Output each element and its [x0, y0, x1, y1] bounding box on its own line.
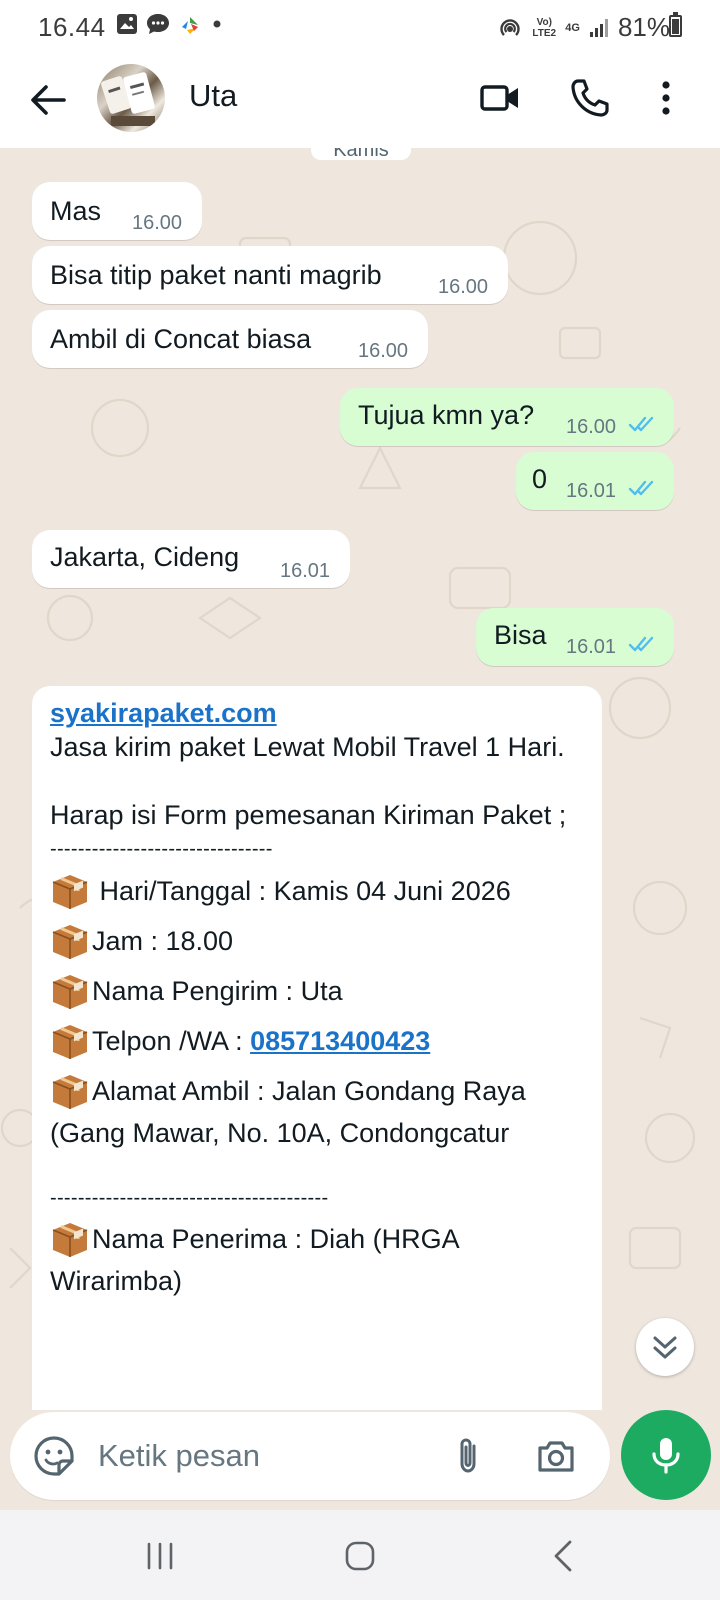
- message-time: 16.00: [132, 212, 183, 234]
- form-message-body: syakirapaket.com Jasa kirim paket Lewat …: [50, 696, 590, 1302]
- form-field-phone-label: Telpon /WA :: [92, 1026, 251, 1056]
- package-icon: [52, 1025, 88, 1059]
- avatar[interactable]: [97, 64, 165, 132]
- sticker-emoji-icon[interactable]: [32, 1434, 76, 1478]
- form-field-address: Alamat Ambil : Jalan Gondang Raya (Gang …: [50, 1066, 590, 1154]
- form-field-receiver: Nama Penerima : Diah (HRGA Wirarimba): [50, 1218, 590, 1302]
- message-time: 16.00: [566, 416, 617, 438]
- read-receipt-icon: [628, 636, 654, 652]
- network-label: Vo) LTE2: [532, 16, 557, 39]
- message-text: Jakarta, Cideng: [50, 542, 240, 572]
- message-text: 0: [532, 464, 548, 494]
- voice-call-icon[interactable]: [566, 74, 614, 122]
- home-icon[interactable]: [340, 1536, 380, 1576]
- chat-area[interactable]: Kamis Mas 16.00 Bisa titip paket nanti m…: [0, 148, 720, 1410]
- chat-header: Uta: [0, 52, 720, 149]
- form-field-date-text: Hari/Tanggal : Kamis 04 Juni 2026: [92, 876, 511, 906]
- form-field-date: Hari/Tanggal : Kamis 04 Juni 2026: [50, 866, 590, 916]
- form-field-address-text: Alamat Ambil : Jalan Gondang Raya (Gang …: [50, 1076, 526, 1148]
- double-chevron-down-icon: [653, 1336, 677, 1359]
- video-call-icon[interactable]: [476, 74, 524, 122]
- message-bubble-outgoing[interactable]: 0 16.01: [516, 452, 674, 510]
- message-time: 16.01: [566, 480, 617, 502]
- form-field-time-text: Jam : 18.00: [92, 926, 234, 956]
- form-intro-text: Jasa kirim paket Lewat Mobil Travel 1 Ha…: [50, 732, 565, 762]
- message-text: Ambil di Concat biasa: [50, 324, 312, 354]
- gallery-icon: [117, 14, 137, 34]
- signal-type-label: 4G: [565, 21, 580, 34]
- website-link[interactable]: syakirapaket.com: [50, 696, 590, 730]
- message-text: Bisa titip paket nanti magrib: [50, 260, 382, 290]
- recent-apps-icon[interactable]: [140, 1536, 180, 1576]
- form-field-time: Jam : 18.00: [50, 916, 590, 966]
- form-field-phone: Telpon /WA : 085713400423: [50, 1016, 590, 1066]
- form-field-sender-text: Nama Pengirim : Uta: [92, 976, 343, 1006]
- message-bubble-incoming[interactable]: Mas 16.00: [32, 182, 202, 240]
- package-icon: [52, 1075, 88, 1109]
- form-instruction-text: Harap isi Form pemesanan Kiriman Paket ;: [50, 800, 567, 830]
- more-options-icon[interactable]: [642, 74, 690, 122]
- avatar-image: [101, 72, 155, 126]
- separator: --------------------------------: [50, 838, 273, 860]
- message-time: 16.00: [358, 340, 409, 362]
- scroll-to-bottom-button[interactable]: [636, 1318, 694, 1376]
- notification-icons: [116, 13, 224, 35]
- message-bubble-outgoing[interactable]: Bisa 16.01: [476, 608, 674, 666]
- more-notifications-dot: [213, 20, 221, 28]
- message-bubble-outgoing[interactable]: Tujua kmn ya? 16.00: [340, 388, 674, 446]
- signal-icon: [589, 18, 608, 37]
- package-icon: [52, 975, 88, 1009]
- camera-icon[interactable]: [534, 1434, 578, 1478]
- message-time: 16.00: [438, 276, 489, 298]
- phone-number-link[interactable]: 085713400423: [250, 1026, 430, 1056]
- date-chip: Kamis: [311, 148, 411, 160]
- message-text: Mas: [50, 196, 102, 226]
- back-icon[interactable]: [544, 1536, 584, 1576]
- message-bubble-incoming[interactable]: Bisa titip paket nanti magrib 16.00: [32, 246, 508, 304]
- form-field-sender: Nama Pengirim : Uta: [50, 966, 590, 1016]
- carrier-icon: [182, 17, 198, 34]
- message-bubble-incoming[interactable]: Jakarta, Cideng 16.01: [32, 530, 350, 588]
- message-time: 16.01: [280, 560, 331, 582]
- separator: ----------------------------------------: [50, 1187, 329, 1209]
- package-icon: [52, 1223, 88, 1257]
- package-icon: [52, 875, 88, 909]
- status-right: Vo) LTE2 4G 81%: [497, 12, 670, 43]
- message-text: Tujua kmn ya?: [358, 400, 535, 430]
- attach-icon[interactable]: [446, 1434, 490, 1478]
- message-input-bar[interactable]: Ketik pesan: [10, 1412, 610, 1500]
- package-icon: [52, 925, 88, 959]
- date-chip-label: Kamis: [333, 148, 389, 160]
- read-receipt-icon: [628, 480, 654, 496]
- status-time: 16.44: [38, 12, 106, 42]
- message-input[interactable]: Ketik pesan: [98, 1438, 260, 1474]
- back-arrow-icon[interactable]: [26, 78, 70, 122]
- form-message-bubble[interactable]: syakirapaket.com Jasa kirim paket Lewat …: [32, 686, 602, 1410]
- voice-message-button[interactable]: [621, 1410, 711, 1500]
- microphone-icon: [652, 1438, 680, 1474]
- status-bar: 16.44 Vo) LTE2 4G 81%: [0, 0, 720, 52]
- message-text: Bisa: [494, 620, 547, 650]
- contact-name[interactable]: Uta: [189, 78, 237, 114]
- battery-icon: [669, 12, 682, 37]
- battery-percent: 81%: [617, 12, 670, 42]
- message-time: 16.01: [566, 636, 617, 658]
- hotspot-icon: [500, 18, 520, 36]
- form-field-receiver-text: Nama Penerima : Diah (HRGA Wirarimba): [50, 1224, 459, 1296]
- message-bubble-incoming[interactable]: Ambil di Concat biasa 16.00: [32, 310, 428, 368]
- read-receipt-icon: [628, 416, 654, 432]
- chat-notification-icon: [147, 14, 169, 34]
- system-navigation-bar: [0, 1510, 720, 1600]
